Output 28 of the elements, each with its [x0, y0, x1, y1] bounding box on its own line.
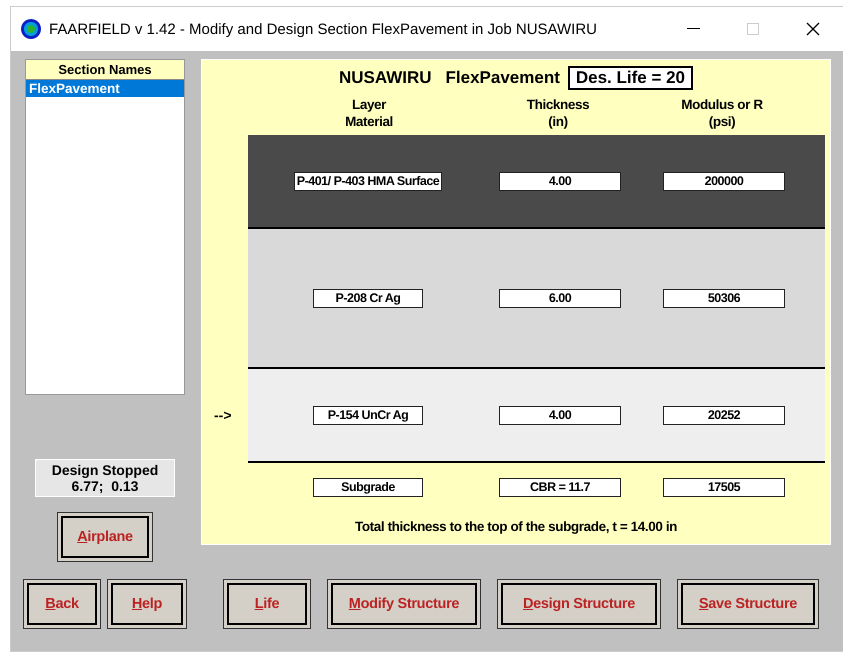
close-icon[interactable]	[806, 22, 820, 36]
design-life: Des. Life = 20	[568, 66, 694, 90]
material-field[interactable]: P-401/ P-403 HMA Surface	[294, 172, 442, 190]
status-title: Design Stopped	[50, 462, 160, 478]
thickness-field[interactable]: 4.00	[499, 406, 621, 424]
modulus-field[interactable]: 17505	[663, 478, 785, 496]
total-thickness: Total thickness to the top of the subgrade, t = 14.00 in	[354, 519, 678, 534]
section-item[interactable]: FlexPavement	[26, 80, 184, 97]
material-field[interactable]: P-154 UnCr Ag	[313, 406, 423, 424]
minimize-icon[interactable]	[686, 28, 700, 30]
status-values: 6.77; 0.13	[70, 478, 140, 494]
material-field[interactable]: Subgrade	[313, 478, 423, 496]
current-layer-marker: -->	[214, 407, 232, 423]
material-field[interactable]: P-208 Cr Ag	[313, 288, 423, 308]
app-icon	[21, 19, 41, 39]
section-name: FlexPavement	[446, 68, 560, 88]
list-header: Section Names	[26, 60, 184, 80]
thickness-field[interactable]: 4.00	[499, 172, 621, 190]
modulus-field[interactable]: 200000	[663, 172, 785, 190]
job-name: NUSAWIRU	[338, 68, 432, 88]
modulus-field[interactable]: 50306	[663, 288, 785, 308]
thickness-field[interactable]: 6.00	[499, 288, 621, 308]
column-header: Thickness (in)	[526, 96, 590, 130]
thickness-field[interactable]: CBR = 11.7	[499, 478, 621, 496]
column-header: Modulus or R (psi)	[680, 96, 764, 130]
column-header: Layer Material	[344, 96, 394, 130]
window-title: FAARFIELD v 1.42 - Modify and Design Section FlexPavement in Job NUSAWIRU	[49, 20, 598, 38]
modulus-field[interactable]: 20252	[663, 406, 785, 424]
